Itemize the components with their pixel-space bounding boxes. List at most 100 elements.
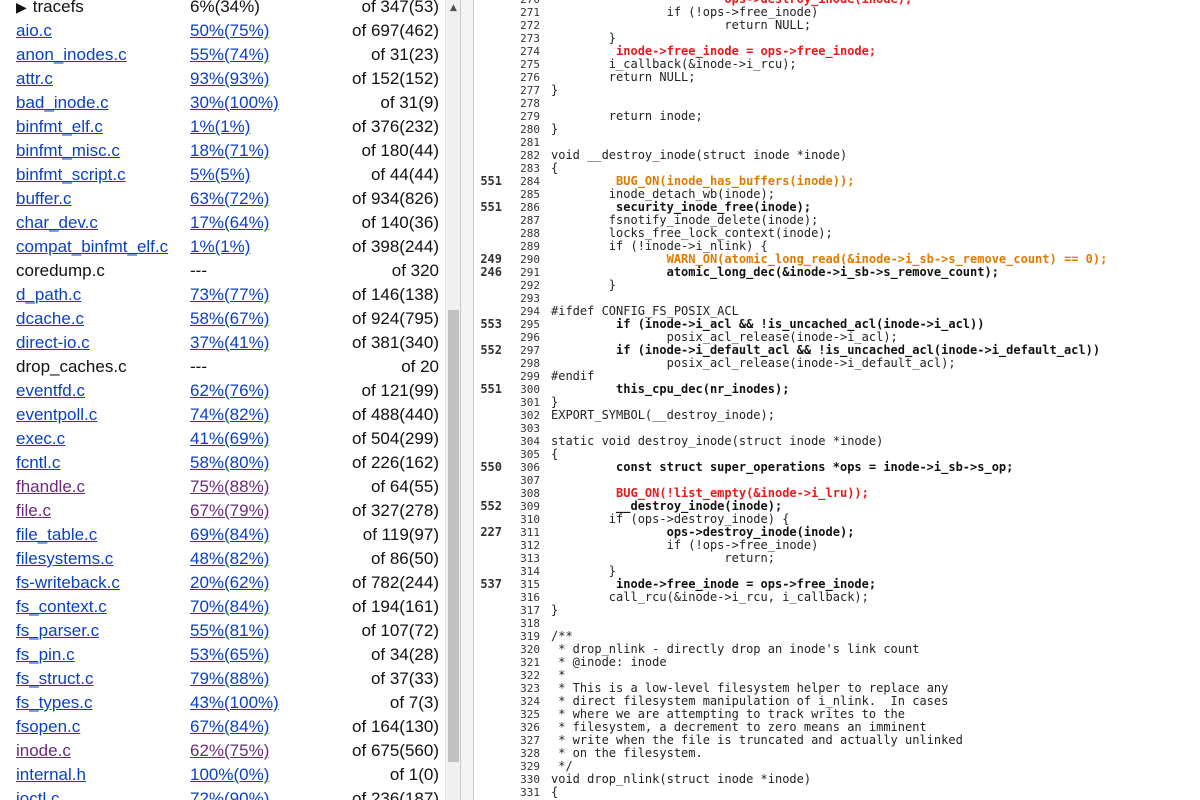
coverage-link[interactable]: 58%(67%) xyxy=(190,307,269,331)
coverage-link[interactable]: 75%(88%) xyxy=(190,475,269,499)
code-line: 316 call_rcu(&inode->i_rcu, i_callback); xyxy=(474,591,1200,605)
coverage-link[interactable]: 62%(75%) xyxy=(190,739,269,763)
file-link[interactable]: fcntl.c xyxy=(16,451,60,475)
file-link[interactable]: fs_context.c xyxy=(16,595,107,619)
code-text: } xyxy=(551,83,559,97)
file-row: fsopen.c 67%(84%) of 164(130) xyxy=(0,715,445,739)
line-number: 279 xyxy=(520,110,540,123)
code-text: void __destroy_inode(struct inode *inode… xyxy=(551,148,848,162)
file-link[interactable]: filesystems.c xyxy=(16,547,113,571)
coverage-link[interactable]: 67%(79%) xyxy=(190,499,269,523)
file-row: char_dev.c 17%(64%) of 140(36) xyxy=(0,211,445,235)
line-number: 273 xyxy=(520,32,540,45)
coverage-link[interactable]: 58%(80%) xyxy=(190,451,269,475)
coverage-link[interactable]: 18%(71%) xyxy=(190,139,269,163)
code-line: 277} xyxy=(474,83,1200,98)
line-number: 329 xyxy=(520,760,540,773)
file-link[interactable]: fs-writeback.c xyxy=(16,571,120,595)
coverage-link[interactable]: 30%(100%) xyxy=(190,91,279,115)
coverage-link[interactable]: 41%(69%) xyxy=(190,427,269,451)
coverage-link[interactable]: 100%(0%) xyxy=(190,763,269,787)
line-number: 284 xyxy=(520,175,540,188)
coverage-link[interactable]: 69%(84%) xyxy=(190,523,269,547)
coverage-link[interactable]: 48%(82%) xyxy=(190,547,269,571)
coverage-link[interactable]: 37%(41%) xyxy=(190,331,269,355)
file-link[interactable]: anon_inodes.c xyxy=(16,43,127,67)
file-row: filesystems.c 48%(82%) of 86(50) xyxy=(0,547,445,571)
line-count: of 37(33) xyxy=(370,669,439,688)
file-row: buffer.c 63%(72%) of 934(826) xyxy=(0,187,445,211)
coverage-link[interactable]: 55%(81%) xyxy=(190,619,269,643)
line-number: 274 xyxy=(520,45,540,58)
file-link[interactable]: file_table.c xyxy=(16,523,97,547)
file-link[interactable]: binfmt_script.c xyxy=(16,163,126,187)
line-number: 307 xyxy=(520,474,540,487)
file-row: binfmt_elf.c 1%(1%) of 376(232) xyxy=(0,115,445,139)
file-link[interactable]: d_path.c xyxy=(16,283,81,307)
coverage-link[interactable]: 55%(74%) xyxy=(190,43,269,67)
file-link[interactable]: fs_parser.c xyxy=(16,619,99,643)
line-number: 311 xyxy=(520,526,540,539)
file-link[interactable]: buffer.c xyxy=(16,187,71,211)
file-link[interactable]: char_dev.c xyxy=(16,211,98,235)
coverage-link[interactable]: 17%(64%) xyxy=(190,211,269,235)
hit-count: 552 xyxy=(480,343,502,357)
file-link[interactable]: exec.c xyxy=(16,427,65,451)
line-number: 293 xyxy=(520,292,540,305)
triangle-right-icon[interactable]: ▶ xyxy=(16,0,27,15)
line-count: of 20 xyxy=(401,357,439,376)
file-list-scrollbar[interactable]: ▲ xyxy=(445,0,461,800)
file-link[interactable]: aio.c xyxy=(16,19,52,43)
file-link[interactable]: fs_pin.c xyxy=(16,643,75,667)
coverage-link[interactable]: 1%(1%) xyxy=(190,115,250,139)
line-count: of 934(826) xyxy=(352,189,439,208)
file-link[interactable]: eventpoll.c xyxy=(16,403,97,427)
file-link[interactable]: file.c xyxy=(16,499,51,523)
pane-divider[interactable] xyxy=(460,0,474,800)
file-link[interactable]: direct-io.c xyxy=(16,331,90,355)
coverage-link[interactable]: 5%(5%) xyxy=(190,163,250,187)
line-number: 302 xyxy=(520,409,540,422)
coverage-link[interactable]: 53%(65%) xyxy=(190,643,269,667)
coverage-link[interactable]: 79%(88%) xyxy=(190,667,269,691)
scroll-up-arrow-icon[interactable]: ▲ xyxy=(446,0,461,17)
file-link[interactable]: dcache.c xyxy=(16,307,84,331)
file-link[interactable]: internal.h xyxy=(16,763,86,787)
scrollbar-thumb[interactable] xyxy=(448,310,459,762)
file-link[interactable]: ioctl.c xyxy=(16,787,59,800)
line-count: of 140(36) xyxy=(361,213,440,232)
coverage-link[interactable]: 63%(72%) xyxy=(190,187,269,211)
coverage-link[interactable]: 50%(75%) xyxy=(190,19,269,43)
file-link[interactable]: fs_struct.c xyxy=(16,667,93,691)
coverage-link[interactable]: 20%(62%) xyxy=(190,571,269,595)
folder-row-tracefs[interactable]: ▶ tracefs xyxy=(16,0,84,19)
file-row: inode.c 62%(75%) of 675(560) xyxy=(0,739,445,763)
file-link[interactable]: attr.c xyxy=(16,67,53,91)
file-row: attr.c 93%(93%) of 152(152) xyxy=(0,67,445,91)
coverage-link[interactable]: 62%(76%) xyxy=(190,379,269,403)
code-text: return inode; xyxy=(551,109,703,123)
file-link[interactable]: binfmt_misc.c xyxy=(16,139,120,163)
file-link[interactable]: binfmt_elf.c xyxy=(16,115,103,139)
coverage-link[interactable]: 70%(84%) xyxy=(190,595,269,619)
file-link[interactable]: fsopen.c xyxy=(16,715,80,739)
coverage-link[interactable]: 93%(93%) xyxy=(190,67,269,91)
file-link[interactable]: fs_types.c xyxy=(16,691,93,715)
code-line: 279 return inode; xyxy=(474,109,1200,124)
line-number: 276 xyxy=(520,71,540,84)
file-row: file_table.c 69%(84%) of 119(97) xyxy=(0,523,445,547)
file-link[interactable]: eventfd.c xyxy=(16,379,85,403)
coverage-link[interactable]: 72%(90%) xyxy=(190,787,269,800)
file-row: internal.h 100%(0%) of 1(0) xyxy=(0,763,445,787)
coverage-link[interactable]: 74%(82%) xyxy=(190,403,269,427)
line-count: of 488(440) xyxy=(352,405,439,424)
coverage-link[interactable]: 67%(84%) xyxy=(190,715,269,739)
coverage-link[interactable]: 1%(1%) xyxy=(190,235,250,259)
file-link[interactable]: fhandle.c xyxy=(16,475,85,499)
coverage-link[interactable]: 43%(100%) xyxy=(190,691,279,715)
coverage-link[interactable]: 73%(77%) xyxy=(190,283,269,307)
file-list: ▶ tracefs 6%(34%) of 347(53) aio.c 50%(75%) of… xyxy=(0,0,445,800)
file-link[interactable]: inode.c xyxy=(16,739,71,763)
file-link[interactable]: bad_inode.c xyxy=(16,91,109,115)
file-link[interactable]: compat_binfmt_elf.c xyxy=(16,235,168,259)
